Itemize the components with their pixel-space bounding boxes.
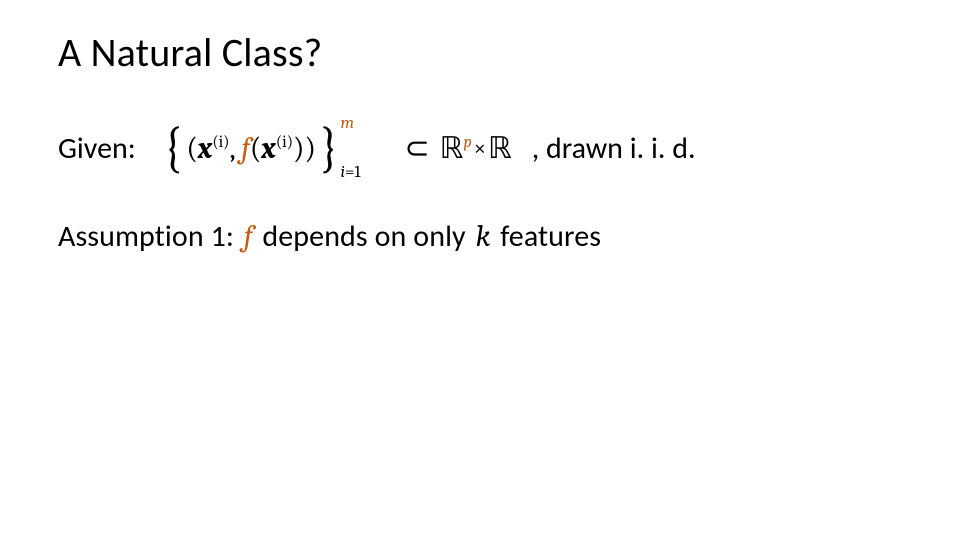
x-var-1: x xyxy=(198,131,212,166)
assumption-f: f xyxy=(244,219,253,254)
assumption-suffix: features xyxy=(493,218,601,255)
slide: A Natural Class? Given: { (x(i), f(x(i))… xyxy=(0,0,960,540)
set-inner: (x(i), f(x(i))) xyxy=(182,131,320,166)
assumption-mid: depends on only xyxy=(256,218,473,255)
real-1-sup-p: p xyxy=(463,133,471,152)
comma-1: , xyxy=(230,131,242,166)
slide-title: A Natural Class? xyxy=(58,28,322,77)
training-set-expression: { (x(i), f(x(i))) } m i=1 xyxy=(164,120,385,176)
x-var-2: x xyxy=(261,131,275,166)
given-label: Given: xyxy=(58,130,136,167)
space-rp-r: ℝp×ℝ xyxy=(440,131,512,166)
f-rparen: ) xyxy=(293,131,304,166)
x1-sup: (i) xyxy=(212,133,229,152)
f-lparen: ( xyxy=(250,131,261,166)
subset-symbol: ⊂ xyxy=(405,131,430,166)
real-1: ℝ xyxy=(440,131,464,166)
limit-top-m: m xyxy=(341,114,355,133)
outer-rparen: ) xyxy=(304,131,315,166)
assumption-prefix: Assumption 1: xyxy=(58,218,241,255)
times-symbol: × xyxy=(474,135,486,161)
set-limits: m i=1 xyxy=(337,120,385,176)
left-brace: { xyxy=(164,120,183,175)
f-var-1: f xyxy=(241,131,250,166)
outer-lparen: ( xyxy=(186,131,197,166)
limit-eq1: =1 xyxy=(345,163,361,182)
assumption-1: Assumption 1: f depends on only k featur… xyxy=(58,218,601,255)
real-2: ℝ xyxy=(488,131,512,166)
drawn-iid: , drawn i. i. d. xyxy=(532,130,696,167)
limit-bottom: i=1 xyxy=(341,163,361,182)
given-line: Given: { (x(i), f(x(i))) } m i=1 ⊂ ℝp×ℝ … xyxy=(58,120,696,176)
assumption-k: k xyxy=(476,219,491,254)
x2-sup: (i) xyxy=(276,133,293,152)
